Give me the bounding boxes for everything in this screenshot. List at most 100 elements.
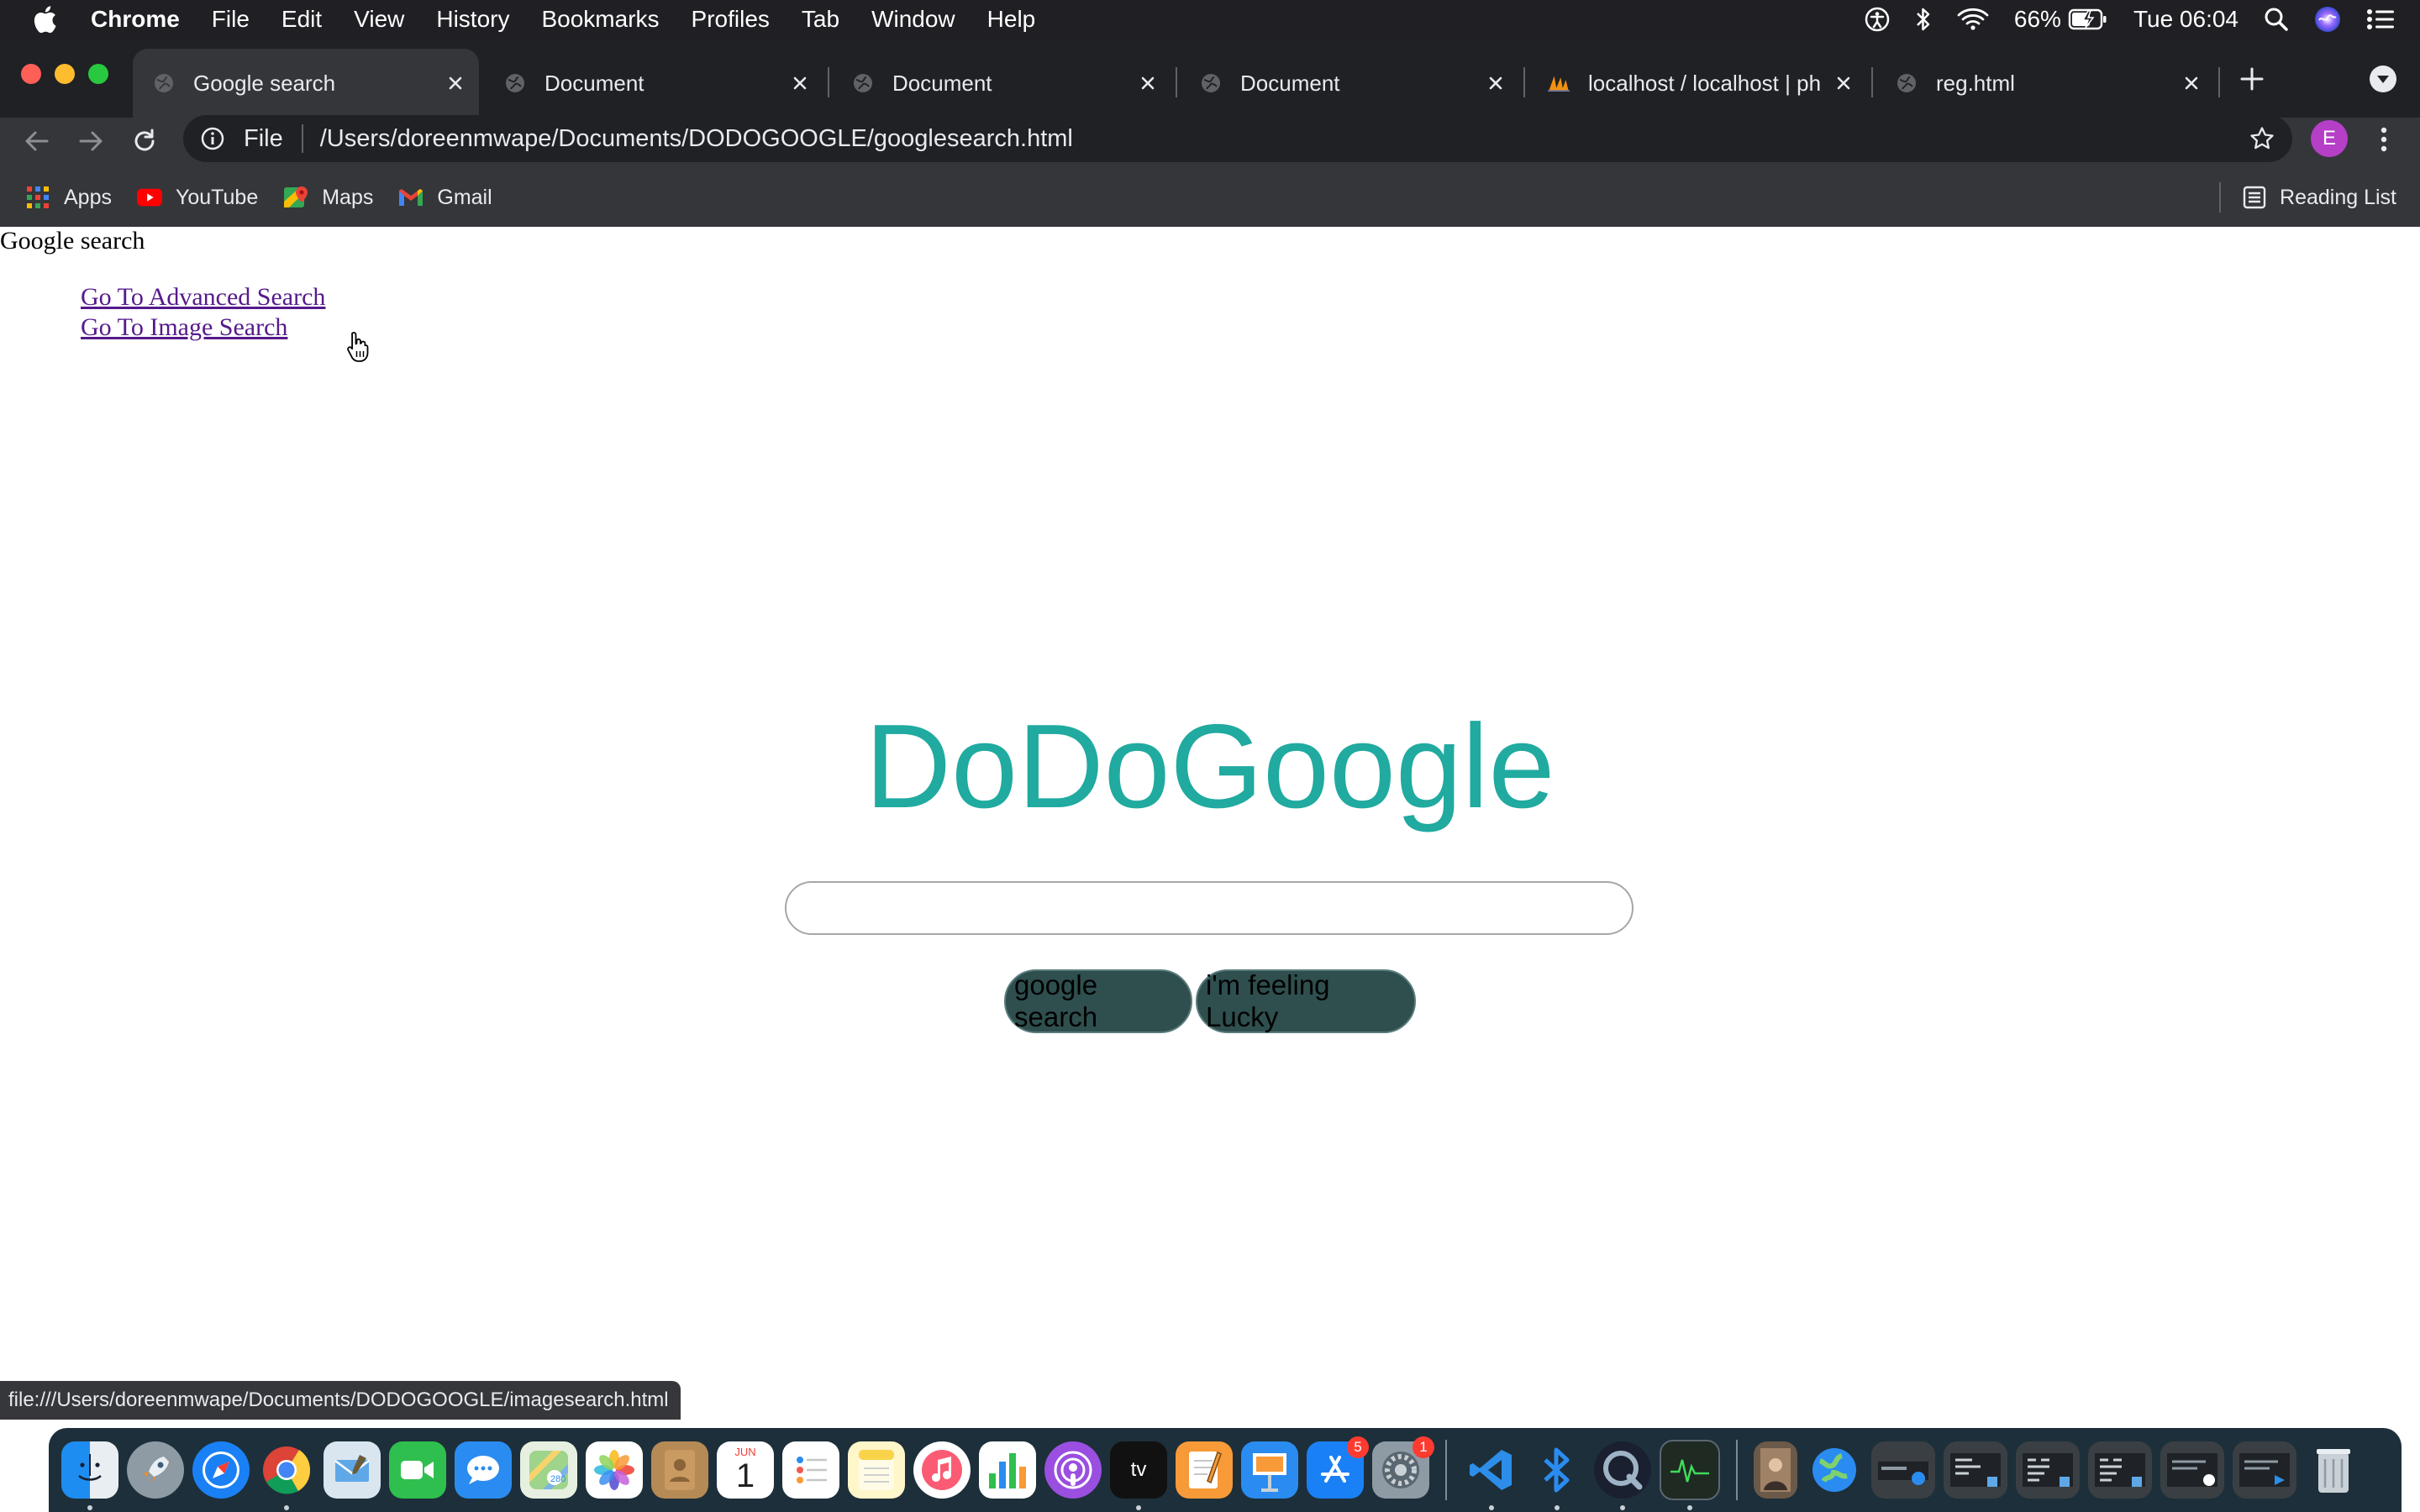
menu-file[interactable]: File — [212, 6, 250, 33]
pages-icon[interactable] — [1176, 1441, 1233, 1499]
macos-menu-bar: Chrome File Edit View History Bookmarks … — [0, 0, 2420, 39]
window-thumbnail-1-icon[interactable] — [1871, 1441, 1935, 1499]
advanced-search-link[interactable]: Go To Advanced Search — [81, 282, 325, 312]
photos-icon[interactable] — [586, 1441, 643, 1499]
tab-document-2[interactable]: Document — [832, 49, 1171, 118]
launchpad-icon[interactable] — [127, 1441, 184, 1499]
facetime-icon[interactable] — [389, 1441, 446, 1499]
system-preferences-icon[interactable]: 1 — [1372, 1436, 1434, 1499]
menu-history[interactable]: History — [436, 6, 509, 33]
tab-document-3[interactable]: Document — [1180, 49, 1519, 118]
google-search-button[interactable]: google search — [1004, 969, 1192, 1033]
web-page: Google search Go To Advanced Search Go T… — [0, 227, 2420, 1420]
info-icon[interactable] — [198, 124, 227, 153]
tab-google-search[interactable]: Google search — [133, 49, 479, 118]
window-thumbnail-3-icon[interactable] — [2016, 1441, 2080, 1499]
menu-view[interactable]: View — [354, 6, 404, 33]
reading-list-button[interactable]: Reading List — [2219, 168, 2396, 227]
window-thumbnail-6-icon[interactable] — [2233, 1441, 2296, 1499]
bluetooth-icon[interactable] — [1528, 1441, 1586, 1510]
control-center-icon[interactable] — [2366, 8, 2395, 31]
tab-close-icon[interactable] — [783, 66, 817, 100]
tab-document-1[interactable]: Document — [484, 49, 823, 118]
numbers-icon[interactable] — [979, 1441, 1036, 1499]
downloads-stack-icon[interactable] — [1754, 1441, 1797, 1499]
bookmark-youtube[interactable]: YouTube — [136, 185, 259, 210]
bookmark-star-icon[interactable] — [2247, 123, 2277, 154]
chrome-menu-kebab-icon[interactable] — [2370, 123, 2398, 156]
contacts-icon[interactable] — [651, 1441, 708, 1499]
youtube-icon — [136, 185, 162, 210]
running-indicator — [284, 1505, 289, 1510]
activity-monitor-icon[interactable] — [1660, 1440, 1720, 1510]
dock-separator — [1445, 1440, 1447, 1500]
bluetooth-icon[interactable] — [1915, 7, 1932, 32]
globe-icon[interactable] — [1806, 1441, 1863, 1499]
window-thumbnail-2-icon[interactable] — [1944, 1441, 2007, 1499]
window-thumbnail-5-icon[interactable] — [2160, 1441, 2224, 1499]
forward-arrow-icon[interactable] — [74, 124, 108, 158]
tab-reg-html[interactable]: reg.html — [1876, 49, 2215, 118]
podcasts-icon[interactable] — [1044, 1441, 1102, 1499]
tab-close-icon[interactable] — [1827, 66, 1860, 100]
bookmark-gmail[interactable]: Gmail — [398, 185, 492, 210]
search-buttons: google search i'm feeling Lucky — [0, 969, 2420, 1033]
tab-close-icon[interactable] — [1479, 66, 1512, 100]
music-icon[interactable] — [913, 1441, 971, 1499]
window-close-button[interactable] — [21, 64, 41, 84]
globe-icon — [1896, 72, 1918, 94]
menu-profiles[interactable]: Profiles — [692, 6, 770, 33]
accessibility-icon[interactable] — [1865, 7, 1890, 32]
image-search-link[interactable]: Go To Image Search — [81, 312, 325, 343]
battery-charging-icon[interactable] — [2068, 8, 2108, 30]
wifi-icon[interactable] — [1957, 8, 1989, 31]
vscode-icon[interactable] — [1463, 1441, 1520, 1510]
calendar-icon[interactable]: JUN 1 — [717, 1441, 774, 1499]
safari-icon[interactable] — [192, 1441, 250, 1499]
tab-search-chevron-icon[interactable] — [2370, 66, 2396, 92]
window-thumbnail-4-icon[interactable] — [2088, 1441, 2152, 1499]
tv-icon[interactable]: tv — [1110, 1441, 1167, 1510]
url-text[interactable]: /Users/doreenmwape/Documents/DODOGOOGLE/… — [320, 125, 1073, 153]
profile-avatar[interactable]: E — [2311, 120, 2348, 157]
trash-icon[interactable] — [2305, 1441, 2362, 1499]
spotlight-icon[interactable] — [2264, 7, 2289, 32]
menu-tab[interactable]: Tab — [802, 6, 839, 33]
finder-icon[interactable] — [61, 1441, 118, 1510]
menu-bookmarks[interactable]: Bookmarks — [541, 6, 659, 33]
menu-help[interactable]: Help — [987, 6, 1036, 33]
tab-phpmyadmin[interactable]: localhost / localhost | ph — [1528, 49, 1867, 118]
url-scheme-label: File — [244, 124, 283, 152]
messages-icon[interactable] — [455, 1441, 512, 1499]
apple-menu-icon[interactable] — [32, 5, 66, 34]
mail-icon[interactable] — [324, 1441, 381, 1499]
app-store-icon[interactable]: 5 — [1307, 1436, 1369, 1499]
search-input[interactable] — [785, 881, 1634, 935]
running-indicator — [1489, 1505, 1494, 1510]
window-zoom-button[interactable] — [88, 64, 108, 84]
reload-icon[interactable] — [128, 124, 161, 158]
menu-edit[interactable]: Edit — [281, 6, 322, 33]
tab-close-icon[interactable] — [1131, 66, 1165, 100]
bookmark-label: YouTube — [175, 185, 259, 209]
menu-app-name[interactable]: Chrome — [91, 6, 180, 33]
tab-close-icon[interactable] — [439, 66, 472, 100]
chrome-icon[interactable] — [258, 1441, 315, 1510]
clock[interactable]: Tue 06:04 — [2133, 6, 2238, 33]
bookmark-maps[interactable]: Maps — [283, 185, 373, 210]
new-tab-plus-icon[interactable] — [2235, 62, 2269, 96]
omnibox-divider — [301, 124, 303, 153]
menu-window[interactable]: Window — [871, 6, 955, 33]
bookmark-apps[interactable]: Apps — [25, 185, 112, 210]
tab-close-icon[interactable] — [2175, 66, 2208, 100]
notes-icon[interactable] — [848, 1441, 905, 1499]
keynote-icon[interactable] — [1241, 1441, 1298, 1499]
quicktime-icon[interactable] — [1594, 1441, 1651, 1510]
feeling-lucky-button[interactable]: i'm feeling Lucky — [1196, 969, 1416, 1033]
reminders-icon[interactable] — [782, 1441, 839, 1499]
siri-icon[interactable] — [2314, 6, 2341, 33]
maps-icon[interactable]: 280 — [520, 1441, 577, 1499]
address-bar[interactable]: File /Users/doreenmwape/Documents/DODOGO… — [183, 115, 2292, 162]
window-minimize-button[interactable] — [55, 64, 75, 84]
back-arrow-icon[interactable] — [20, 124, 54, 158]
